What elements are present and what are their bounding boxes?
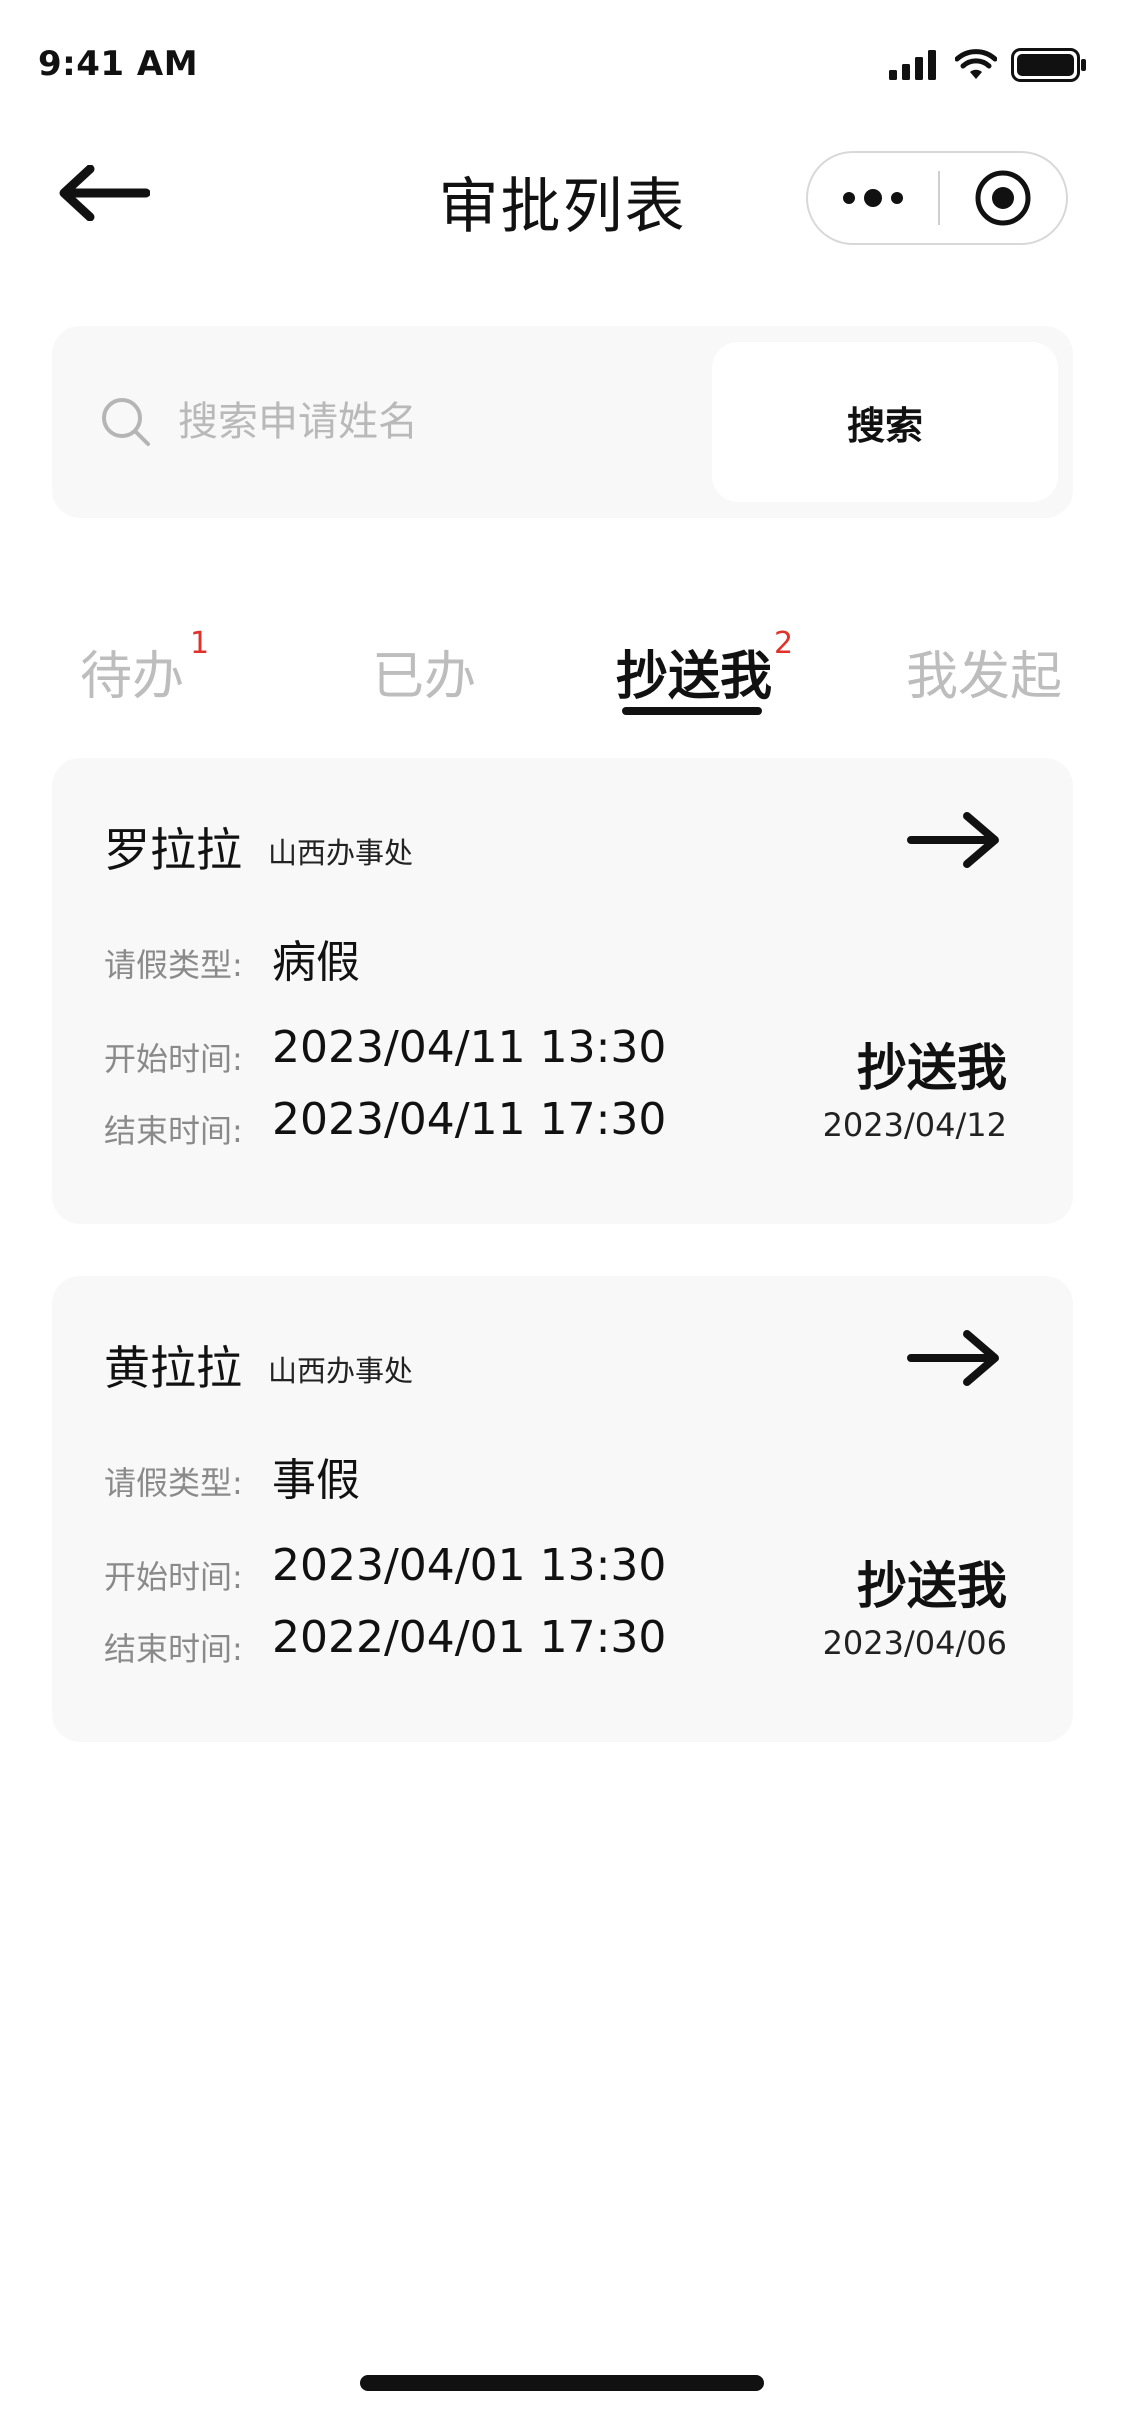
status-text: 抄送我 <box>857 1039 1007 1097</box>
leave-type-label: 请假类型: <box>104 946 243 984</box>
leave-type-value: 事假 <box>272 1455 360 1506</box>
end-time-value: 2023/04/11 17:30 <box>272 1094 667 1145</box>
leave-type-value: 病假 <box>272 937 360 988</box>
search-button[interactable]: 搜索 <box>712 342 1058 502</box>
leave-type-label: 请假类型: <box>104 1464 243 1502</box>
tab-label: 已办 <box>372 647 477 707</box>
approval-list-screen: 9:41 AM 审批列表 搜索申请姓名 搜索 待办 1 已办 抄送我 2 我发起… <box>0 0 1125 2436</box>
applicant-name: 黄拉拉 <box>104 1341 242 1395</box>
close-miniprogram-button[interactable] <box>940 153 1066 243</box>
department: 山西办事处 <box>268 1354 414 1388</box>
more-dots-icon <box>843 189 903 207</box>
tab-label: 待办 <box>80 647 185 707</box>
wifi-icon <box>955 49 997 79</box>
tab-badge: 2 <box>774 626 794 661</box>
more-button[interactable] <box>808 153 938 243</box>
search-input[interactable] <box>178 386 738 458</box>
arrow-right-icon[interactable] <box>907 1328 1003 1388</box>
arrow-right-icon[interactable] <box>907 810 1003 870</box>
target-icon <box>975 170 1031 226</box>
approval-card[interactable]: 罗拉拉 山西办事处 请假类型: 病假 开始时间: 2023/04/11 13:3… <box>52 758 1073 1224</box>
status-icons <box>889 48 1087 82</box>
start-time-value: 2023/04/01 13:30 <box>272 1540 667 1591</box>
active-tab-indicator <box>622 707 762 715</box>
end-time-label: 结束时间: <box>104 1630 243 1668</box>
miniprogram-capsule <box>806 151 1068 245</box>
end-time-value: 2022/04/01 17:30 <box>272 1612 667 1663</box>
tab-cc-me[interactable]: 抄送我 2 <box>616 626 793 709</box>
tab-initiated[interactable]: 我发起 <box>906 634 1062 709</box>
record-date: 2023/04/12 <box>822 1106 1007 1144</box>
home-indicator <box>360 2375 764 2391</box>
tab-done[interactable]: 已办 <box>372 634 476 709</box>
applicant-name: 罗拉拉 <box>104 823 242 877</box>
tab-pending[interactable]: 待办 1 <box>80 626 209 709</box>
start-time-label: 开始时间: <box>104 1040 243 1078</box>
start-time-value: 2023/04/11 13:30 <box>272 1022 667 1073</box>
status-text: 抄送我 <box>857 1557 1007 1615</box>
status-time: 9:41 AM <box>38 44 199 84</box>
end-time-label: 结束时间: <box>104 1112 243 1150</box>
search-icon <box>102 398 150 446</box>
signal-icon <box>889 50 936 80</box>
tab-badge: 1 <box>190 626 210 661</box>
tab-label: 抄送我 <box>616 647 773 707</box>
approval-card[interactable]: 黄拉拉 山西办事处 请假类型: 事假 开始时间: 2023/04/01 13:3… <box>52 1276 1073 1742</box>
battery-icon <box>1011 48 1086 82</box>
tab-label: 我发起 <box>906 647 1063 707</box>
department: 山西办事处 <box>268 836 414 870</box>
start-time-label: 开始时间: <box>104 1558 243 1596</box>
record-date: 2023/04/06 <box>822 1624 1007 1662</box>
search-bar: 搜索 <box>52 326 1073 518</box>
